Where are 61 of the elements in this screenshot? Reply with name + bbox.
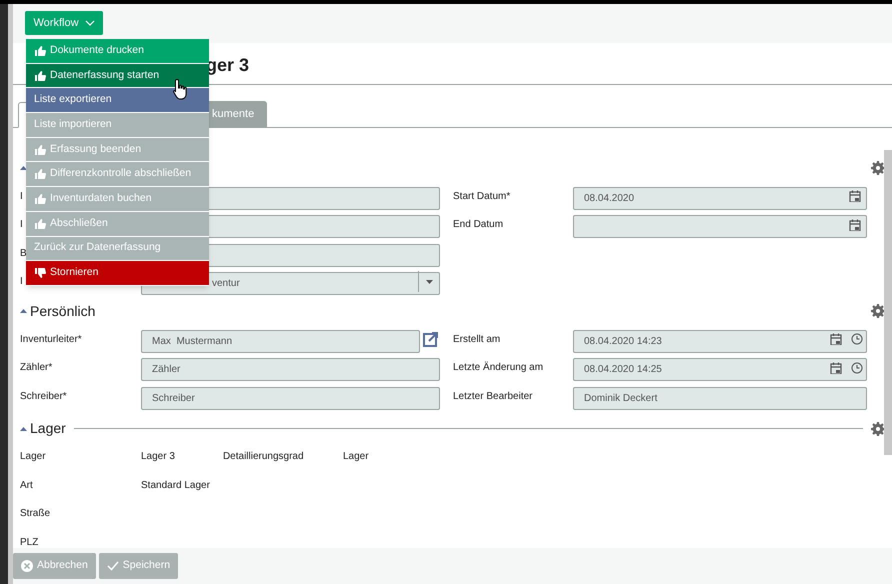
field-label: Art [20,478,33,493]
field-label: B [20,246,27,261]
settings-icon[interactable] [871,422,885,436]
hand-cursor-icon [173,78,189,100]
field-label: I [20,190,23,204]
settings-icon[interactable] [871,161,885,175]
field-value: Lager [342,450,369,464]
clock-icon[interactable] [851,362,863,374]
collapse-icon[interactable] [20,165,27,171]
scrollbar[interactable] [884,150,892,455]
calendar-icon[interactable] [830,362,842,374]
menu-item[interactable]: Stornieren [26,261,209,286]
clock-icon[interactable] [851,333,863,346]
calendar-icon[interactable] [830,333,842,346]
thumbs-up-icon [34,70,46,82]
caret-down-icon[interactable] [426,280,432,284]
date-field[interactable]: 08.04.2020 14:23 [573,330,867,353]
date-field[interactable]: 08.04.2020 14:25 [573,358,867,382]
input-field[interactable]: Schreiber [141,386,440,410]
field-label: I [20,218,23,232]
input-field[interactable]: Zähler [141,358,440,382]
field-label: I [20,275,23,290]
section-title: Lager [30,419,66,438]
field-label: Lager [20,450,46,464]
field-label: Letzter Bearbeiter [453,390,532,404]
field-label: Zähler* [20,361,52,376]
field-value: Standard Lager [141,478,210,493]
field-label: Letzte Änderung am [453,360,544,376]
section-title: Persönlich [30,302,96,320]
field-label: Straße [20,507,50,522]
date-field[interactable]: 08.04.2020 [573,186,867,210]
check-icon [106,560,119,572]
input-field[interactable]: Dominik Deckert [573,386,867,410]
field-label: PLZ [20,536,38,548]
workflow-button[interactable]: Workflow [25,11,103,35]
close-circle-icon [21,560,33,572]
menu-item[interactable]: Liste exportieren [26,88,209,114]
chevron-down-icon [84,20,95,26]
field-label: Detaillierungsgrad [222,450,304,464]
calendar-icon[interactable] [849,218,861,231]
external-link-icon[interactable] [423,332,438,347]
thumbs-up-icon [34,192,46,205]
thumbs-down-icon [34,267,46,280]
menu-item[interactable]: Dokumente drucken [26,39,209,64]
field-label: Erstellt am [453,332,500,347]
thumbs-up-icon [34,144,46,156]
calendar-icon[interactable] [849,190,861,202]
settings-icon[interactable] [871,304,885,318]
thumbs-up-icon [34,168,46,180]
collapse-icon[interactable] [20,308,27,314]
field-label: Schreiber* [20,390,67,404]
menu-item[interactable]: Datenerfassung starten [26,64,209,88]
input-field[interactable]: Max Mustermann [141,330,420,353]
date-field[interactable] [573,215,867,238]
field-value: Lager 3 [141,450,175,464]
thumbs-up-icon [34,44,46,57]
thumbs-up-icon [34,218,46,230]
field-label: Start Datum* [453,190,510,204]
field-label: Inventurleiter* [20,332,82,347]
field-label: End Datum [453,218,504,232]
collapse-icon[interactable] [20,426,27,432]
